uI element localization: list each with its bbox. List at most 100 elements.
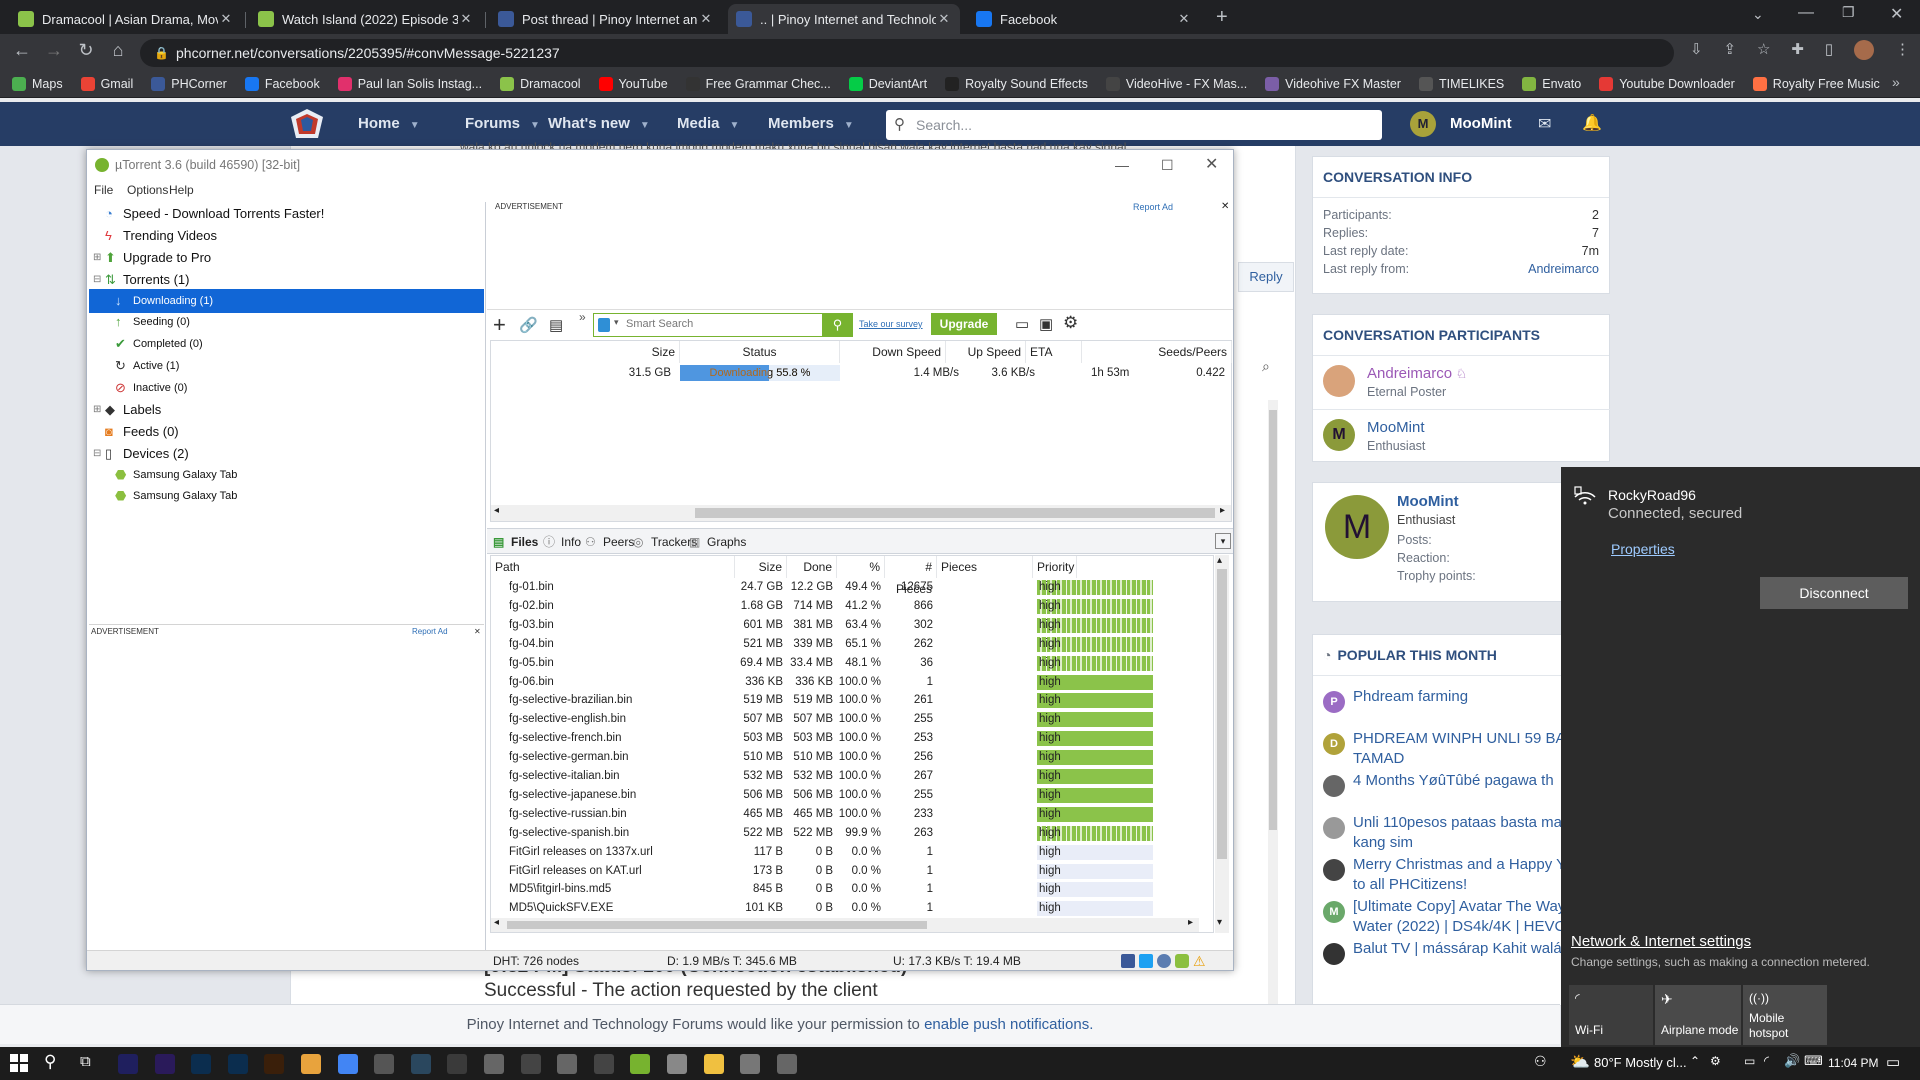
close-ad-icon[interactable]: ✕ <box>474 625 481 639</box>
tab-close-icon[interactable]: ✕ <box>218 11 234 27</box>
photoshop-icon[interactable] <box>227 1054 248 1074</box>
wifi-tile[interactable]: ◜ Wi-Fi <box>1569 985 1653 1045</box>
steam-icon[interactable] <box>410 1054 431 1074</box>
scroll-left-icon[interactable]: ◂ <box>494 917 499 928</box>
disconnect-button[interactable]: Disconnect <box>1760 577 1908 609</box>
bookmark-item[interactable]: Dramacool <box>500 76 581 91</box>
search-thread-icon[interactable]: ⌕ <box>1262 358 1284 380</box>
tab-info[interactable]: ⓘ Info <box>543 533 581 551</box>
display-icon[interactable]: ▭ <box>1744 1054 1755 1068</box>
file-column-header[interactable]: # Pieces <box>885 556 937 596</box>
menu-options[interactable]: Options <box>127 183 168 197</box>
tree-expander-icon[interactable]: ⊞ <box>93 398 101 422</box>
bookmark-item[interactable]: Free Grammar Chec... <box>685 76 831 91</box>
url-field[interactable]: 🔒 phcorner.net/conversations/2205395/#co… <box>140 39 1674 67</box>
bookmark-item[interactable]: Royalty Free Music <box>1752 76 1880 91</box>
volume-icon[interactable]: 🔊 <box>1784 1053 1800 1069</box>
user-avatar[interactable]: M <box>1410 111 1436 137</box>
bookmark-item[interactable]: DeviantArt <box>848 76 927 91</box>
file-row[interactable]: FitGirl releases on 1337x.url 117 B 0 B 0.0… <box>491 843 1213 862</box>
tab-close-icon[interactable]: ✕ <box>698 11 714 27</box>
tray-chevron-icon[interactable]: ⌃ <box>1690 1054 1700 1068</box>
scroll-left-icon[interactable]: ◂ <box>494 505 499 516</box>
bookmark-item[interactable]: Paul Ian Solis Instag... <box>337 76 482 91</box>
close-ad-icon[interactable]: ✕ <box>1221 201 1229 212</box>
android-icon[interactable] <box>1175 954 1189 968</box>
toolbar-overflow-icon[interactable]: » <box>579 310 586 324</box>
collapse-panel-icon[interactable]: ▾ <box>1215 533 1231 549</box>
tab-peers[interactable]: ⚇ Peers <box>585 533 634 551</box>
reply-button[interactable]: Reply <box>1238 262 1294 292</box>
bookmark-item[interactable]: VideoHive - FX Mas... <box>1105 76 1247 91</box>
phcorner-logo[interactable] <box>290 108 324 140</box>
participant-name[interactable]: MooMint <box>1367 419 1425 436</box>
torrent-hscrollbar[interactable]: ◂ ▸ <box>491 505 1231 521</box>
sidebar-item-trending-videos[interactable]: ϟ Trending Videos <box>89 224 484 248</box>
tab-files[interactable]: ▤ Files <box>493 533 538 551</box>
adobe-after-effects-icon[interactable] <box>118 1054 138 1074</box>
bookmark-star-icon[interactable]: ☆ <box>1757 40 1770 64</box>
smart-search-input[interactable]: ▾ Smart Search ⚲ <box>593 313 853 337</box>
profile-avatar[interactable] <box>1854 40 1875 60</box>
browser-tab[interactable]: Facebook ✕ <box>968 4 1200 34</box>
file-row[interactable]: fg-selective-italian.bin 532 MB 532 MB 100.… <box>491 767 1213 786</box>
weather-icon[interactable]: ⛅ <box>1570 1052 1590 1072</box>
forum-nav-home[interactable]: Home ▼ <box>358 102 420 146</box>
ut-close-button[interactable]: ✕ <box>1205 150 1218 180</box>
properties-link[interactable]: Properties <box>1611 541 1675 557</box>
files-hscrollbar[interactable]: ◂ ▸ <box>491 917 1199 932</box>
side-panel-icon[interactable]: ▯ <box>1825 40 1833 64</box>
file-row[interactable]: MD5\fitgirl-bins.md5 845 B 0 B 0.0 % 1 high <box>491 880 1213 899</box>
report-ad-link[interactable]: Report Ad <box>1133 202 1173 212</box>
thread-author-avatar[interactable]: D <box>1323 733 1345 755</box>
bookmark-item[interactable]: YouTube <box>598 76 668 91</box>
keyboard-icon[interactable]: ⌨ <box>1804 1053 1823 1069</box>
warning-icon[interactable]: ⚠ <box>1193 953 1209 969</box>
weather-text[interactable]: 80°F Mostly cl... <box>1594 1055 1687 1070</box>
menu-help[interactable]: Help <box>169 183 194 197</box>
bookmark-item[interactable]: Maps <box>12 76 63 91</box>
scroll-up-icon[interactable]: ▴ <box>1217 555 1222 566</box>
app-icon[interactable] <box>776 1054 797 1074</box>
profile-name[interactable]: MooMint <box>1397 493 1459 510</box>
forum-search-input[interactable]: ⚲ Search... <box>886 110 1382 140</box>
file-row[interactable]: fg-01.bin 24.7 GB 12.2 GB 49.4 % 12675 high <box>491 578 1213 597</box>
add-torrent-icon[interactable]: + <box>493 312 506 338</box>
file-row[interactable]: fg-selective-brazilian.bin 519 MB 519 MB 10… <box>491 691 1213 710</box>
menu-kebab-icon[interactable]: ⋮ <box>1895 40 1910 64</box>
enable-push-link[interactable]: enable push notifications. <box>924 1016 1093 1033</box>
bookmarks-overflow-icon[interactable]: » <box>1892 74 1900 90</box>
thread-author-avatar[interactable] <box>1323 817 1345 839</box>
column-header[interactable]: Status <box>680 341 840 363</box>
reload-icon[interactable]: ↻ <box>74 40 98 61</box>
restore-button[interactable]: ❐ <box>1842 4 1855 21</box>
sidebar-item-speed-download-torrents-faster[interactable]: ◔ Speed - Download Torrents Faster! <box>89 202 484 226</box>
file-row[interactable]: fg-selective-russian.bin 465 MB 465 MB 100.… <box>491 805 1213 824</box>
bookmark-item[interactable]: PHCorner <box>151 76 227 91</box>
file-column-header[interactable]: % <box>837 556 885 578</box>
search-icon[interactable]: ⚲ <box>44 1052 56 1072</box>
search-provider-icon[interactable] <box>598 318 610 332</box>
tree-expander-icon[interactable]: ⊞ <box>93 246 101 270</box>
utorrent-icon[interactable] <box>630 1054 651 1074</box>
sidebar-item-seeding[interactable]: ↑ Seeding (0) <box>89 310 484 334</box>
app-icon[interactable] <box>520 1054 541 1074</box>
sidebar-item-labels[interactable]: ⊞ ◆ Labels <box>89 398 484 422</box>
file-row[interactable]: fg-selective-german.bin 510 MB 510 MB 100.0… <box>491 748 1213 767</box>
share-icon[interactable]: ⇪ <box>1724 40 1737 64</box>
bookmark-item[interactable]: Videohive FX Master <box>1265 76 1401 91</box>
thread-author-avatar[interactable] <box>1323 943 1345 965</box>
file-row[interactable]: fg-selective-english.bin 507 MB 507 MB 100.… <box>491 710 1213 729</box>
participant-avatar[interactable]: M <box>1323 419 1355 451</box>
bookmark-item[interactable]: Youtube Downloader <box>1599 76 1735 91</box>
file-row[interactable]: fg-06.bin 336 KB 336 KB 100.0 % 1 high <box>491 673 1213 692</box>
file-row[interactable]: fg-05.bin 69.4 MB 33.4 MB 48.1 % 36 high <box>491 654 1213 673</box>
tab-graphs[interactable]: ▥ Graphs <box>689 533 746 551</box>
network-settings-link[interactable]: Network & Internet settings <box>1571 933 1751 950</box>
thread-author-avatar[interactable] <box>1323 859 1345 881</box>
install-icon[interactable]: ⇩ <box>1690 40 1703 64</box>
minimize-button[interactable]: — <box>1798 4 1814 22</box>
browser-tab[interactable]: Watch Island (2022) Episode 3 O ✕ <box>250 4 482 34</box>
home-icon[interactable]: ⌂ <box>106 40 130 61</box>
file-column-header[interactable]: Path <box>491 556 735 578</box>
